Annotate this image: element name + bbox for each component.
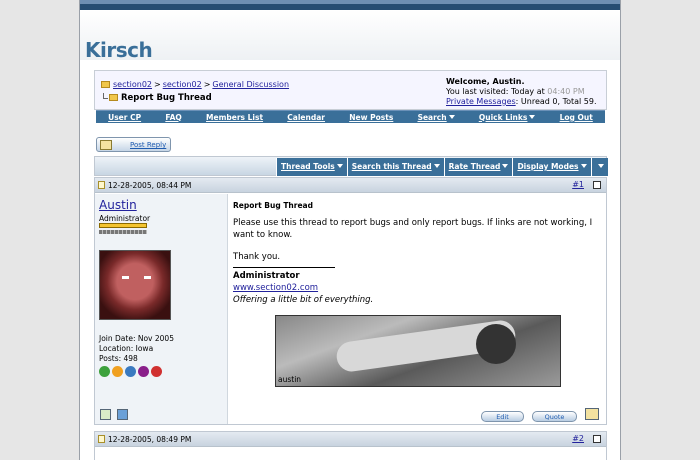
rank-bar-icon (99, 223, 147, 228)
menu-quick-links[interactable]: Quick Links (479, 113, 536, 122)
post-2: 12-28-2005, 08:49 PM #2 (94, 431, 607, 460)
post-select-checkbox[interactable] (593, 435, 601, 443)
display-modes-dropdown[interactable]: Display Modes (512, 158, 591, 176)
post-number-link[interactable]: #1 (572, 180, 584, 189)
post-select-checkbox[interactable] (593, 181, 601, 189)
menu-members-list[interactable]: Members List (206, 113, 263, 122)
post-number: #1 (572, 180, 584, 189)
sig-image-figure (476, 324, 516, 364)
signature: Administrator www.section02.com Offering… (233, 270, 373, 306)
user-avatar[interactable] (99, 250, 171, 320)
user-online-icon[interactable] (117, 409, 128, 420)
dropdown-caret-icon (502, 164, 509, 168)
post-date: 12-28-2005, 08:49 PM (108, 435, 192, 444)
dropdown-caret-icon (433, 164, 440, 168)
thread-tools-dropdown[interactable]: Thread Tools (276, 158, 347, 176)
post-number-link[interactable]: #2 (572, 434, 584, 443)
sig-image-caption: austin (278, 375, 302, 384)
signature-image: austin (275, 315, 561, 387)
signature-name: Administrator (233, 271, 300, 281)
post-count: Posts: 498 (99, 354, 138, 363)
user-info-panel: Austin Administrator Join Date: Nov 2005… (95, 194, 228, 424)
skype-icon[interactable] (151, 366, 162, 377)
dropdown-caret-icon (336, 164, 343, 168)
welcome-panel: Welcome, Austin. You last visited: Today… (446, 77, 597, 107)
post-header: 12-28-2005, 08:49 PM #2 (95, 432, 606, 447)
post-status-icon (98, 181, 105, 189)
edit-button[interactable]: Edit (481, 411, 524, 422)
dropdown-caret-icon (448, 114, 455, 119)
signature-link[interactable]: www.section02.com (233, 283, 318, 293)
pm-status: : Unread 0, Total 59. (515, 97, 597, 106)
post-status-icon (98, 435, 105, 443)
menu-new-posts[interactable]: New Posts (349, 113, 393, 122)
icq-icon[interactable] (99, 366, 110, 377)
navbar: section02 > section02 > General Discussion R… (94, 70, 607, 110)
post-reply-button[interactable]: Post Reply (96, 137, 171, 152)
menu-calendar[interactable]: Calendar (287, 113, 325, 122)
location: Location: Iowa (99, 344, 154, 353)
user-title: Administrator (99, 214, 151, 223)
tree-line-icon (103, 93, 108, 99)
private-messages-link[interactable]: Private Messages (446, 97, 516, 106)
breadcrumb-link-general-discussion[interactable]: General Discussion (212, 80, 289, 89)
more-options-dropdown[interactable] (590, 158, 608, 176)
post-reply-icon (100, 140, 112, 150)
join-date: Join Date: Nov 2005 (99, 334, 174, 343)
dropdown-caret-icon (580, 164, 587, 168)
username-link[interactable]: Austin (99, 198, 137, 212)
welcome-greeting: Welcome, Austin. (446, 77, 525, 86)
post-message-line: Thank you. (233, 252, 281, 262)
breadcrumb-link-section02[interactable]: section02 (113, 80, 152, 89)
menu-log-out[interactable]: Log Out (560, 113, 593, 122)
im-icons (99, 366, 162, 377)
menu-user-cp[interactable]: User CP (108, 113, 141, 122)
breadcrumb: section02 > section02 > General Discussion (101, 80, 289, 89)
menu-search[interactable]: Search (418, 113, 455, 122)
post-1: 12-28-2005, 08:44 PM #1 Austin Administr… (94, 177, 607, 425)
post-footer: Edit Quote (95, 406, 606, 424)
post-date: 12-28-2005, 08:44 PM (108, 181, 192, 190)
quick-reply-icon[interactable] (585, 408, 599, 420)
open-folder-icon (109, 94, 118, 101)
dropdown-caret-icon (597, 164, 604, 168)
thread-tools-menu: Thread Tools Search this Thread Rate Thr… (276, 158, 608, 176)
post-message-line: Please use this thread to report bugs an… (233, 218, 593, 240)
post-message: Please use this thread to report bugs an… (233, 217, 593, 263)
avatar-eye-icon (144, 276, 151, 279)
last-visited-time: 04:40 PM (547, 87, 585, 96)
forum-container: section02 > section02 > General Discussion R… (94, 70, 608, 460)
signature-divider (233, 267, 335, 268)
post-number: #2 (572, 434, 584, 443)
quote-button[interactable]: Quote (532, 411, 577, 422)
yahoo-icon[interactable] (138, 366, 149, 377)
post-title: Report Bug Thread (233, 201, 313, 210)
rate-thread-dropdown[interactable]: Rate Thread (443, 158, 513, 176)
dropdown-caret-icon (529, 114, 536, 119)
aim-icon[interactable] (112, 366, 123, 377)
breadcrumb-link-section02-sub[interactable]: section02 (163, 80, 202, 89)
user-stats: Join Date: Nov 2005 Location: Iowa Posts… (99, 334, 174, 364)
search-thread-dropdown[interactable]: Search this Thread (346, 158, 444, 176)
report-post-icon[interactable] (100, 409, 111, 420)
signature-tagline: Offering a little bit of everything. (233, 295, 374, 305)
page-wrapper: Kirsch section02 > section02 > General Discu… (79, 0, 621, 460)
msn-icon[interactable] (125, 366, 136, 377)
site-logo[interactable]: Kirsch (85, 38, 153, 62)
main-menu: User CP FAQ Members List Calendar New Po… (96, 110, 605, 123)
last-visited-label: You last visited: Today at (446, 87, 545, 96)
post-header: 12-28-2005, 08:44 PM #1 (95, 178, 606, 193)
header (80, 10, 620, 60)
thread-tools-bar: Thread Tools Search this Thread Rate Thr… (94, 156, 608, 176)
avatar-eye-icon (122, 276, 129, 279)
folder-icon (101, 81, 110, 88)
current-thread-title: Report Bug Thread (103, 93, 212, 103)
rank-badge-icon (99, 230, 147, 234)
menu-faq[interactable]: FAQ (165, 113, 181, 122)
